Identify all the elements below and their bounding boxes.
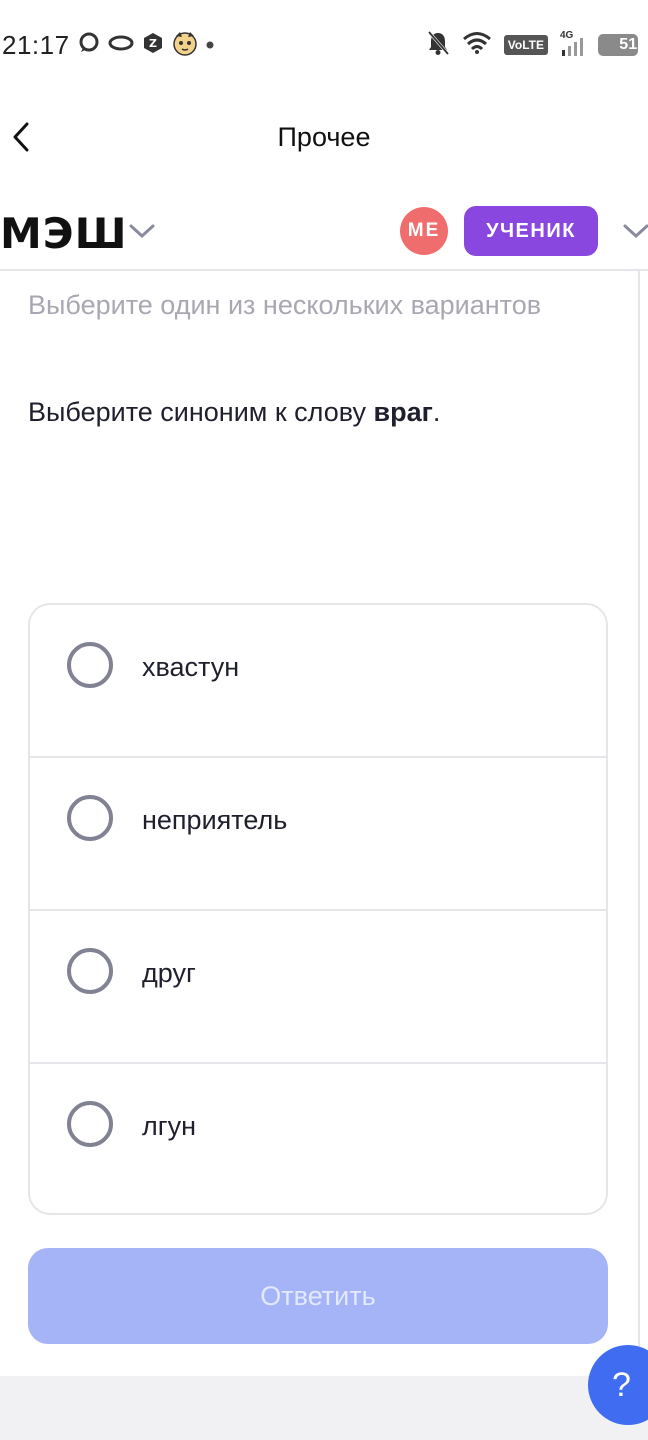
dot-icon (206, 36, 214, 54)
option-label: хвастун (142, 652, 240, 682)
option-label: лгун (142, 1111, 197, 1141)
chat-icon (78, 32, 100, 59)
brand-bar: МЭШ МЕ УЧЕНИК (0, 185, 648, 271)
answer-option[interactable]: лгун (30, 1064, 606, 1213)
brand-logo[interactable]: МЭШ (0, 209, 128, 258)
wifi-icon (462, 31, 492, 60)
task-instruction: Выберите один из нескольких вариантов (28, 290, 542, 320)
bell-muted-icon (426, 30, 450, 61)
chevron-down-icon[interactable] (128, 223, 156, 239)
submit-button[interactable]: Ответить (28, 1248, 608, 1344)
answer-option[interactable]: неприятель (30, 758, 606, 911)
svg-text:Z: Z (149, 37, 157, 50)
task-card: Выберите один из нескольких вариантов Вы… (0, 271, 640, 1376)
option-label: друг (142, 958, 196, 988)
question-word: враг (373, 397, 433, 427)
radio-button[interactable] (67, 642, 113, 688)
back-arrow-icon (13, 122, 29, 152)
page-title: Прочее (277, 122, 371, 152)
option-label: неприятель (142, 805, 288, 835)
avatar[interactable]: МЕ (400, 207, 448, 255)
radio-button[interactable] (67, 795, 113, 841)
app-header: Прочее (0, 90, 648, 185)
answer-options: хвастун неприятель друг лгун (28, 603, 608, 1215)
app-shield-icon: Z (142, 32, 164, 59)
cat-face-icon (172, 30, 198, 61)
status-bar: 21:17 Z VoLTE 4G 51 (0, 0, 648, 90)
answer-option[interactable]: хвастун (30, 605, 606, 758)
radio-button[interactable] (67, 948, 113, 994)
bottom-strip (0, 1376, 648, 1440)
chevron-down-icon[interactable] (622, 223, 648, 239)
question-text: Выберите синоним к слову (28, 397, 374, 427)
volte-badge: VoLTE (503, 35, 548, 55)
radio-button[interactable] (67, 1101, 113, 1147)
task-question: Выберите синоним к слову враг. (28, 397, 440, 428)
signal-icon: 4G (560, 30, 586, 58)
help-icon: ? (612, 1365, 631, 1404)
battery-icon: 51 (598, 34, 638, 56)
question-suffix: . (432, 397, 441, 427)
status-time: 21:17 (2, 29, 70, 60)
role-badge[interactable]: УЧЕНИК (464, 206, 598, 256)
battery-level: 51 (619, 36, 638, 53)
answer-option[interactable]: друг (30, 911, 606, 1064)
ring-icon (108, 34, 134, 57)
back-button[interactable] (6, 120, 36, 154)
